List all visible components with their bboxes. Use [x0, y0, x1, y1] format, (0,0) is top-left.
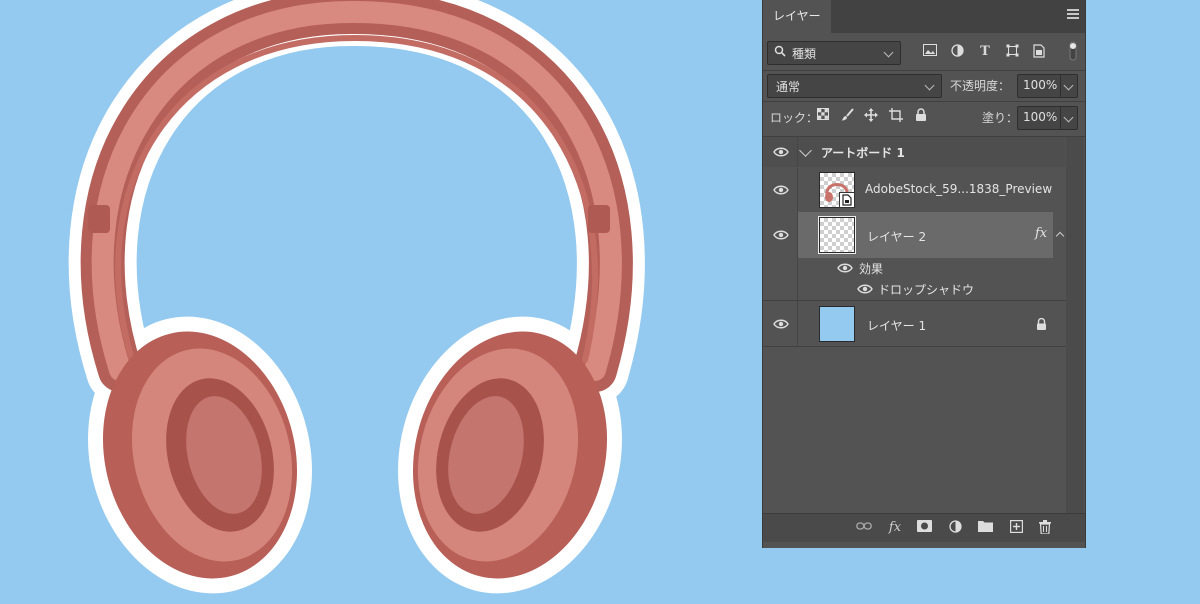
layer-list-scrollbar[interactable] — [1066, 137, 1084, 513]
filter-kind-value: 種類 — [792, 47, 817, 61]
visibility-eye-icon[interactable] — [837, 263, 853, 273]
opacity-label: 不透明度： — [950, 79, 1011, 93]
link-layers-icon[interactable] — [856, 520, 872, 536]
layer-row-artboard[interactable]: アートボード 1 — [763, 137, 1065, 167]
layer-row-drop-shadow[interactable]: ドロップシャドウ — [763, 278, 1065, 300]
lock-transparent-pixels-icon[interactable] — [815, 108, 831, 124]
opacity-field[interactable]: 100% — [1017, 74, 1078, 98]
layer-name: アートボード 1 — [821, 146, 905, 160]
layers-panel: レイヤー 種類 T 通常 不透明度： 100% ロック： 塗り： 100% アー… — [762, 0, 1086, 548]
artboard-canvas[interactable] — [0, 0, 760, 600]
headband — [80, 0, 633, 392]
chevron-down-icon — [1063, 112, 1074, 123]
visibility-eye-icon[interactable] — [857, 284, 873, 294]
layer-row-layer-2[interactable]: レイヤー 2 fx — [763, 212, 1065, 258]
layer-thumbnail — [819, 306, 855, 342]
delete-layer-trash-icon[interactable] — [1037, 520, 1053, 536]
smart-object-badge-icon — [839, 192, 855, 208]
visibility-eye-icon[interactable] — [773, 319, 789, 329]
divider — [763, 346, 1066, 347]
layer-name: レイヤー 2 — [867, 230, 927, 244]
artboard-nesting-icon[interactable] — [888, 108, 904, 124]
fill-value: 100% — [1023, 110, 1058, 124]
visibility-eye-icon[interactable] — [773, 230, 789, 240]
filter-kind-select[interactable]: 種類 — [767, 41, 901, 65]
fill-label: 塗り： — [982, 111, 1019, 125]
panel-tab-bar: レイヤー — [763, 0, 1085, 33]
panel-bottom-toolbar: fx — [763, 513, 1085, 542]
move-icon[interactable] — [863, 108, 879, 124]
fx-badge-icon[interactable]: fx — [1035, 226, 1047, 241]
visibility-eye-icon[interactable] — [773, 185, 789, 195]
blend-mode-select[interactable]: 通常 — [767, 74, 942, 98]
type-filter-icon[interactable]: T — [977, 44, 993, 60]
chevron-down-icon[interactable] — [799, 144, 812, 157]
smart-object-filter-icon[interactable] — [1031, 44, 1047, 60]
headphones-artwork — [68, 0, 645, 594]
fill-dropdown[interactable] — [1060, 107, 1077, 129]
hinges — [88, 205, 610, 233]
layer-thumbnail — [819, 172, 855, 208]
chevron-down-icon — [883, 47, 894, 58]
search-icon — [774, 45, 786, 60]
chevron-down-icon — [924, 80, 935, 91]
add-mask-icon[interactable] — [916, 520, 932, 536]
new-adjustment-layer-icon[interactable] — [947, 520, 963, 536]
brush-icon[interactable] — [839, 108, 855, 124]
lock-label: ロック： — [770, 111, 819, 125]
layer-row-smart-object[interactable]: AdobeStock_59...1838_Preview — [763, 168, 1065, 211]
lock-icon[interactable] — [1036, 317, 1047, 333]
layer-name: ドロップシャドウ — [878, 283, 975, 297]
add-layer-style-icon[interactable]: fx — [887, 520, 903, 536]
tab-layers[interactable]: レイヤー — [763, 0, 831, 33]
divider — [763, 101, 1085, 102]
lock-all-icon[interactable] — [913, 108, 929, 124]
opacity-value: 100% — [1023, 78, 1058, 92]
collapse-effects-icon[interactable] — [1055, 231, 1065, 241]
blend-mode-value: 通常 — [776, 80, 801, 94]
layer-thumbnail — [818, 216, 856, 254]
layer-row-layer-1[interactable]: レイヤー 1 — [763, 301, 1065, 346]
opacity-dropdown[interactable] — [1060, 75, 1077, 97]
layer-name: 効果 — [859, 262, 884, 276]
layer-name: AdobeStock_59...1838_Preview — [865, 182, 1053, 196]
adjustment-filter-icon[interactable] — [949, 44, 965, 60]
panel-menu-icon[interactable] — [1067, 9, 1079, 21]
divider — [763, 70, 1085, 71]
new-group-folder-icon[interactable] — [977, 520, 993, 536]
layer-row-effects[interactable]: 効果 — [763, 258, 1065, 278]
layer-name: レイヤー 1 — [867, 319, 927, 333]
fill-field[interactable]: 100% — [1017, 106, 1078, 130]
shape-filter-icon[interactable] — [1004, 44, 1020, 60]
new-layer-icon[interactable] — [1008, 520, 1024, 536]
chevron-down-icon — [1063, 80, 1074, 91]
image-filter-icon[interactable] — [922, 44, 938, 60]
visibility-eye-icon[interactable] — [773, 147, 789, 157]
filter-toggle-icon[interactable] — [1065, 41, 1081, 61]
